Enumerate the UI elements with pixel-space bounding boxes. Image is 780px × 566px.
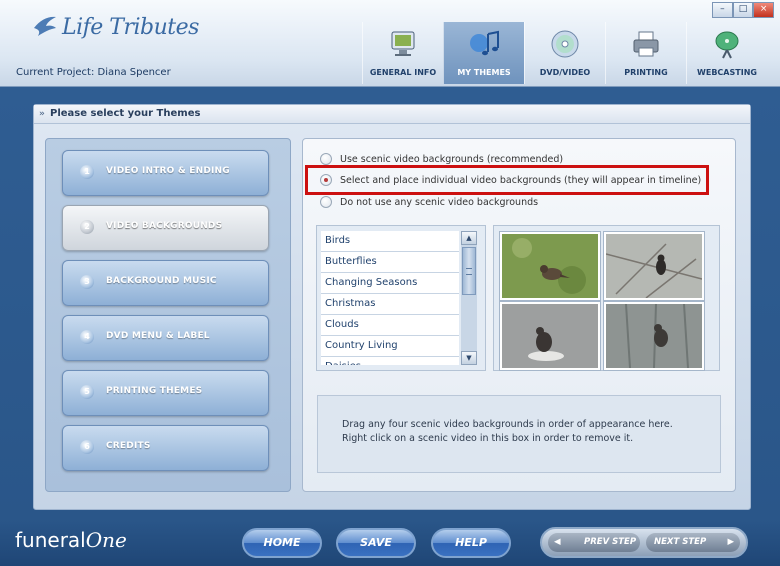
list-scrollbar[interactable]: ▲ ▼ — [461, 231, 477, 365]
maximize-button[interactable]: □ — [732, 2, 754, 18]
satellite-dish-icon — [715, 31, 739, 59]
thumbnail-bird-on-grass[interactable] — [500, 232, 600, 300]
theme-printing-themes[interactable]: 5 PRINTING THEMES — [62, 370, 269, 416]
chevron-left-icon: ◀ — [554, 537, 561, 547]
nav-printing[interactable]: PRINTING — [605, 22, 686, 84]
step-number-badge: 2 — [80, 220, 94, 234]
chevron-right-icon: ▶ — [727, 537, 734, 547]
theme-label: DVD MENU & LABEL — [106, 331, 210, 341]
list-item[interactable]: Butterflies — [321, 252, 459, 273]
theme-credits[interactable]: 6 CREDITS — [62, 425, 269, 471]
printer-icon — [633, 31, 659, 57]
step-number-badge: 5 — [80, 385, 94, 399]
option-label: Use scenic video backgrounds (recommende… — [340, 153, 564, 165]
funeralone-logo: funeralOne — [15, 528, 127, 552]
close-button[interactable]: × — [753, 2, 775, 18]
drop-instructions-line: Right click on a scenic video in this bo… — [342, 433, 634, 444]
step-number-badge: 3 — [80, 275, 94, 289]
disc-icon — [551, 30, 579, 58]
panel-title-text: Please select your Themes — [50, 108, 201, 119]
next-step-label: NEXT STEP — [654, 537, 707, 547]
theme-label: PRINTING THEMES — [106, 386, 203, 396]
current-project-label: Current Project: Diana Spencer — [16, 67, 171, 78]
theme-categories: 1 VIDEO INTRO & ENDING 2 VIDEO BACKGROUN… — [45, 138, 291, 492]
list-item[interactable]: Clouds — [321, 315, 459, 336]
nav-label: DVD/VIDEO — [539, 68, 591, 77]
scroll-down-icon[interactable]: ▼ — [461, 351, 477, 365]
scroll-thumb[interactable] — [462, 247, 476, 295]
nav-label: MY THEMES — [457, 68, 511, 77]
category-list[interactable]: Birds Butterflies Changing Seasons Chris… — [321, 231, 459, 365]
video-backgrounds-pane: Use scenic video backgrounds (recommende… — [302, 138, 736, 492]
option-no-scenic[interactable]: Do not use any scenic video backgrounds — [320, 194, 538, 210]
radio-button-selected[interactable] — [320, 174, 332, 186]
drop-instructions: Drag any four scenic video backgrounds i… — [342, 418, 712, 446]
list-item[interactable]: Daisies — [321, 357, 459, 365]
theme-label: BACKGROUND MUSIC — [106, 276, 217, 286]
home-button[interactable]: HOME — [242, 528, 322, 558]
scroll-up-icon[interactable]: ▲ — [461, 231, 477, 245]
save-button[interactable]: SAVE — [336, 528, 416, 558]
theme-background-music[interactable]: 3 BACKGROUND MUSIC — [62, 260, 269, 306]
step-number-badge: 6 — [80, 440, 94, 454]
nav-label: WEBCASTING — [697, 68, 757, 77]
list-item[interactable]: Christmas — [321, 294, 459, 315]
main-nav: GENERAL INFO MY THEMES DVD/VIDEO PRINTIN… — [362, 22, 767, 84]
list-item[interactable]: Country Living — [321, 336, 459, 357]
option-select-individual[interactable]: Select and place individual video backgr… — [320, 172, 701, 188]
monitor-icon — [391, 31, 415, 56]
thumbnail-bird-on-branch[interactable] — [604, 232, 704, 300]
video-drop-area[interactable]: Drag any four scenic video backgrounds i… — [317, 395, 721, 473]
double-chevron-icon: » — [39, 109, 45, 119]
nav-my-themes[interactable]: MY THEMES — [443, 22, 524, 84]
nav-dvd-video[interactable]: DVD/VIDEO — [524, 22, 605, 84]
drop-instructions-line: Drag any four scenic video backgrounds i… — [342, 419, 673, 430]
brand-text: funeral — [15, 528, 86, 552]
step-number-badge: 4 — [80, 330, 94, 344]
theme-dvd-menu-label[interactable]: 4 DVD MENU & LABEL — [62, 315, 269, 361]
theme-label: VIDEO INTRO & ENDING — [106, 166, 230, 176]
nav-label: PRINTING — [624, 68, 668, 77]
window-controls: – □ × — [712, 2, 775, 18]
theme-label: CREDITS — [106, 441, 151, 451]
list-item[interactable]: Birds — [321, 231, 459, 252]
radio-button[interactable] — [320, 196, 332, 208]
option-label: Select and place individual video backgr… — [340, 174, 702, 186]
app-header: Life Tributes Current Project: Diana Spe… — [0, 0, 780, 87]
life-tributes-window: Life Tributes Current Project: Diana Spe… — [0, 0, 780, 566]
theme-video-backgrounds[interactable]: 2 VIDEO BACKGROUNDS — [62, 205, 269, 251]
thumbnail-bird-on-wood[interactable] — [604, 302, 704, 370]
theme-video-intro-ending[interactable]: 1 VIDEO INTRO & ENDING — [62, 150, 269, 196]
thumbnail-bird-on-rock[interactable] — [500, 302, 600, 370]
step-navigation: ◀ PREV STEP NEXT STEP ▶ — [540, 527, 748, 558]
help-button[interactable]: HELP — [431, 528, 511, 558]
prev-step-button[interactable]: ◀ PREV STEP — [548, 533, 640, 552]
app-logo: Life Tributes — [32, 10, 199, 44]
app-logo-text: Life Tributes — [62, 14, 199, 40]
nav-label: GENERAL INFO — [369, 68, 437, 77]
background-category-listbox: Birds Butterflies Changing Seasons Chris… — [316, 225, 486, 371]
video-thumbnail-grid — [493, 225, 720, 371]
panel-title: » Please select your Themes — [34, 105, 750, 124]
step-number-badge: 1 — [80, 165, 94, 179]
prev-step-label: PREV STEP — [584, 537, 637, 547]
minimize-button[interactable]: – — [712, 2, 733, 18]
themes-panel: » Please select your Themes 1 VIDEO INTR… — [33, 104, 751, 510]
nav-general-info[interactable]: GENERAL INFO — [362, 22, 443, 84]
nav-webcasting[interactable]: WEBCASTING — [686, 22, 767, 84]
brand-text-italic: One — [85, 528, 127, 552]
dove-icon — [34, 16, 56, 36]
theme-label: VIDEO BACKGROUNDS — [106, 221, 223, 231]
option-label: Do not use any scenic video backgrounds — [340, 196, 539, 208]
list-item[interactable]: Changing Seasons — [321, 273, 459, 294]
music-notes-icon — [470, 30, 499, 56]
next-step-button[interactable]: NEXT STEP ▶ — [646, 533, 740, 552]
radio-button[interactable] — [320, 153, 332, 165]
